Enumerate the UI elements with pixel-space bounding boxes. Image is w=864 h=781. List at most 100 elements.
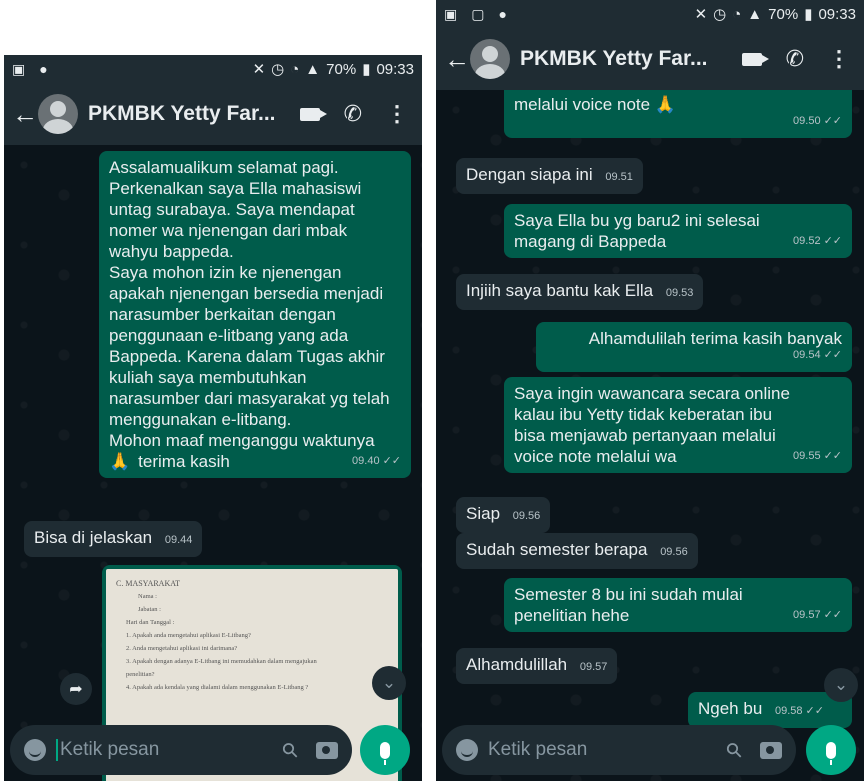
message-bubble-outgoing[interactable]: Alhamdulilah terima kasih banyak 09.54 ✓✓	[536, 322, 852, 372]
message-line: magang di Bappeda	[514, 232, 667, 251]
message-text: Dengan siapa ini	[466, 165, 593, 184]
message-bubble-outgoing[interactable]: Semester 8 bu ini sudah mulai penelitian…	[504, 578, 852, 632]
message-bubble-outgoing[interactable]: Saya Ella bu yg baru2 ini selesai magang…	[504, 204, 852, 258]
battery-icon: ▮	[362, 61, 371, 78]
message-time: 09.58	[775, 705, 803, 717]
forward-arrow-icon: ➦	[69, 681, 83, 698]
message-input[interactable]: Ketik pesan	[488, 739, 727, 761]
message-line: bisa menjawab pertanyaan melalui	[514, 426, 776, 445]
wifi-icon: ◔	[290, 60, 300, 78]
message-line: Saya mohon izin ke njenengan	[109, 263, 342, 282]
video-call-icon[interactable]	[299, 107, 327, 121]
message-bubble-outgoing[interactable]: Ngeh bu 09.58 ✓✓	[688, 692, 852, 728]
message-text: melalui voice note	[514, 95, 651, 114]
voice-call-icon[interactable]: ✆	[786, 46, 804, 72]
contact-name[interactable]: PKMBK Yetty Far...	[88, 102, 276, 126]
document-line: penelitian?	[126, 671, 155, 678]
status-time: 09:33	[376, 60, 414, 78]
message-time: 09.56	[512, 510, 541, 522]
message-text: Injiih saya bantu kak Ella	[466, 281, 654, 300]
notification-icon: ▣	[12, 60, 26, 77]
message-line: Bappeda. Karena dalam Tugas akhir	[109, 347, 385, 366]
message-bubble-incoming[interactable]: Bisa di jelaskan 09.44	[24, 521, 203, 557]
message-bubble-incoming[interactable]: Siap 09.56	[456, 497, 551, 533]
message-line: Saya ingin wawancara secara online	[514, 384, 790, 403]
document-line: C. MASYARAKAT	[116, 579, 181, 588]
message-bubble-outgoing[interactable]: Assalamualikum selamat pagi. Perkenalkan…	[99, 151, 411, 478]
signal-icon: ▲	[747, 5, 763, 23]
message-line: kuliah saya membutuhkan	[109, 368, 307, 387]
status-time: 09:33	[818, 5, 856, 23]
chat-header: ← PKMBK Yetty Far... ✆ ⋮	[4, 83, 422, 145]
message-text: Bisa di jelaskan	[34, 528, 153, 547]
contact-avatar[interactable]	[38, 94, 78, 134]
contact-name[interactable]: PKMBK Yetty Far...	[520, 47, 708, 71]
video-call-icon[interactable]	[741, 52, 769, 66]
more-options-icon[interactable]: ⋮	[828, 46, 850, 72]
message-time: 09.50	[793, 115, 821, 127]
message-time: 09.57	[793, 609, 821, 621]
document-line: Nama :	[138, 593, 157, 600]
microphone-icon	[380, 741, 390, 765]
message-bubble-incoming[interactable]: Alhamdulillah 09.57	[456, 648, 618, 684]
camera-icon[interactable]	[760, 741, 782, 759]
message-line: Saya Ella bu yg baru2 ini selesai	[514, 211, 760, 230]
document-line: 3. Apakah dengan adanya E-Litbang ini me…	[126, 658, 317, 665]
battery-icon: ▮	[804, 6, 813, 23]
message-input-bar[interactable]: Ketik pesan ⚲	[10, 725, 352, 775]
folded-hands-icon: 🙏	[654, 95, 676, 114]
notification-icon: ●	[498, 5, 507, 22]
message-line: wahyu bappeda.	[109, 242, 234, 261]
document-line: 2. Anda mengetahui aplikasi ini darimana…	[126, 645, 238, 652]
camera-icon[interactable]	[316, 741, 338, 759]
message-input[interactable]: Ketik pesan	[56, 738, 283, 761]
message-line: narasumber dari masyarakat yg telah	[109, 389, 390, 408]
back-arrow-icon[interactable]: ←	[12, 99, 38, 130]
double-check-icon: ✓✓	[823, 349, 842, 361]
message-text: Sudah semester berapa	[466, 540, 648, 559]
voice-message-button[interactable]	[806, 725, 856, 775]
message-time: 09.40	[352, 455, 380, 467]
message-bubble-incoming[interactable]: Sudah semester berapa 09.56	[456, 533, 698, 569]
contact-avatar[interactable]	[470, 39, 510, 79]
message-text: Ngeh bu	[698, 699, 763, 718]
document-line: Jabatan :	[138, 606, 161, 613]
message-bubble-incoming[interactable]: Dengan siapa ini 09.51	[456, 158, 643, 194]
document-line: Hari dan Tanggal :	[126, 619, 175, 626]
message-time: 09.55	[793, 450, 821, 462]
battery-percentage: 70%	[768, 5, 799, 23]
message-line: nomer wa njenengan dari mbak	[109, 221, 348, 240]
battery-percentage: 70%	[326, 60, 357, 78]
scroll-to-bottom-button[interactable]: ⌄	[372, 666, 406, 700]
message-input-bar[interactable]: Ketik pesan ⚲	[442, 725, 796, 775]
alarm-icon: ◷	[713, 6, 727, 23]
message-bubble-outgoing[interactable]: Saya ingin wawancara secara online kalau…	[504, 377, 852, 473]
message-line: narasumber berkaitan dengan	[109, 305, 336, 324]
emoji-icon[interactable]	[456, 739, 478, 761]
notification-icon: ▢	[471, 5, 485, 22]
emoji-icon[interactable]	[24, 739, 46, 761]
double-check-icon: ✓✓	[823, 235, 842, 247]
message-bubble-incoming[interactable]: Injiih saya bantu kak Ella 09.53	[456, 274, 704, 310]
message-bubble-outgoing[interactable]: melalui voice note 🙏 09.50 ✓✓	[504, 90, 852, 138]
chevron-down-icon: ⌄	[381, 673, 397, 692]
forward-button[interactable]: ➦	[60, 673, 92, 705]
message-line: untag surabaya. Saya mendapat	[109, 200, 355, 219]
voice-message-button[interactable]	[360, 725, 410, 775]
double-check-icon: ✓✓	[823, 115, 842, 127]
message-line: kalau ibu Yetty tidak keberatan ibu	[514, 405, 773, 424]
signal-icon: ▲	[305, 60, 321, 78]
message-time: 09.54	[793, 349, 821, 361]
chat-area[interactable]: melalui voice note 🙏 09.50 ✓✓ Dengan siap…	[436, 90, 864, 781]
message-line: Mohon maaf menganggu waktunya	[109, 431, 375, 450]
more-options-icon[interactable]: ⋮	[386, 101, 408, 127]
message-line: terima kasih	[138, 452, 230, 471]
message-line: penggunaan e-litbang yang ada	[109, 326, 349, 345]
back-arrow-icon[interactable]: ←	[444, 44, 470, 75]
chat-area[interactable]: Assalamualikum selamat pagi. Perkenalkan…	[4, 145, 422, 781]
scroll-to-bottom-button[interactable]: ⌄	[824, 668, 858, 702]
text-cursor	[56, 738, 58, 761]
input-placeholder: Ketik pesan	[60, 739, 160, 760]
double-check-icon: ✓✓	[805, 705, 824, 717]
voice-call-icon[interactable]: ✆	[344, 101, 362, 127]
